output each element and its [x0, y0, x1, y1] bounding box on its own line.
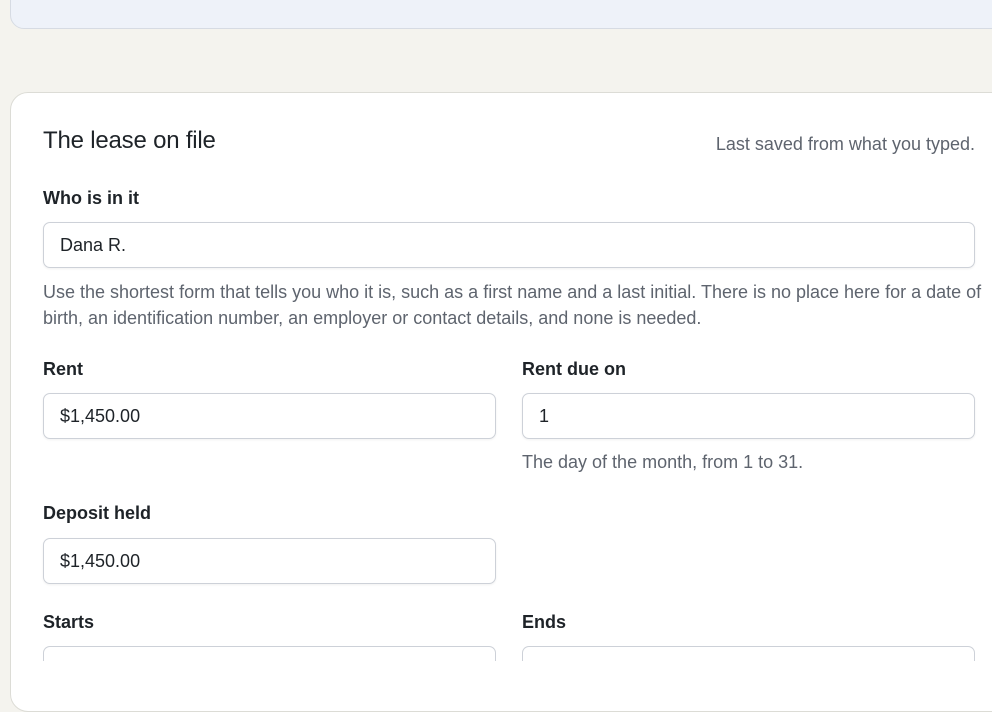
rent-due-hint: The day of the month, from 1 to 31. [522, 452, 804, 472]
deposit-label: Deposit held [43, 503, 152, 523]
saved-status-note: Last saved from what you typed. [715, 134, 975, 154]
occupant-hint: Use the shortest form that tells you who… [43, 282, 982, 328]
rent-due-label: Rent due on [522, 359, 626, 379]
starts-label: Starts [43, 612, 95, 632]
occupant-label: Who is in it [43, 188, 139, 208]
ends-date-input[interactable] [522, 646, 975, 661]
rent-input[interactable]: $1,450.00 [43, 393, 496, 439]
rent-label: Rent [43, 359, 83, 379]
previous-section-card [10, 0, 992, 29]
lease-card-title: The lease on file [43, 127, 216, 154]
starts-date-input[interactable] [43, 646, 496, 661]
ends-label: Ends [522, 612, 567, 632]
occupant-input[interactable]: Dana R. [43, 222, 975, 268]
rent-due-input[interactable]: 1 [522, 393, 975, 439]
deposit-input[interactable]: $1,450.00 [43, 538, 496, 584]
